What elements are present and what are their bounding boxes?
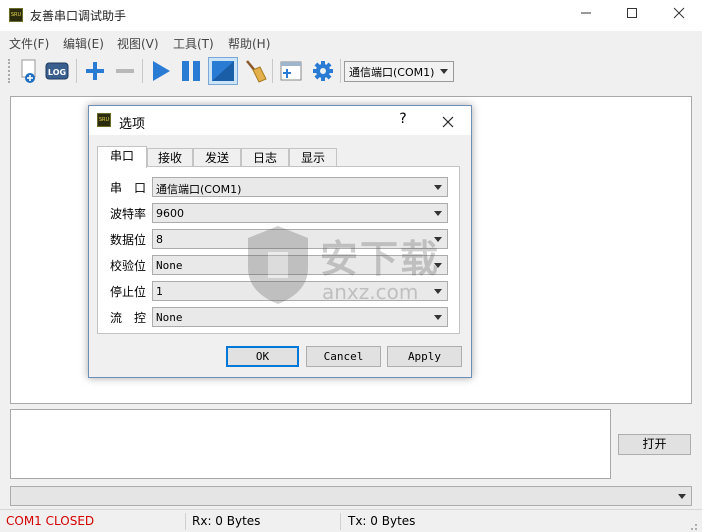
parity-value: None — [156, 259, 183, 272]
baud-rate-combo[interactable]: 9600 — [152, 203, 448, 223]
flow-control-combo[interactable]: None — [152, 307, 448, 327]
baud-rate-label: 波特率 — [110, 207, 147, 221]
title-bar: SRU 友善串口调试助手 — [0, 0, 702, 31]
settings-button[interactable] — [310, 57, 336, 85]
tab-receive[interactable]: 接收 — [147, 148, 193, 167]
port-combo[interactable]: 通信端口(COM1) — [152, 177, 448, 197]
chevron-down-icon — [440, 69, 448, 74]
port-label: 串 口 — [110, 181, 147, 195]
menu-view[interactable]: 视图(V) — [117, 35, 159, 52]
minimize-icon — [581, 12, 591, 14]
cancel-button[interactable]: Cancel — [306, 346, 381, 367]
flow-control-value: None — [156, 311, 183, 324]
toolbar-separator — [340, 59, 341, 83]
send-history-combo[interactable] — [10, 486, 692, 506]
status-separator — [340, 513, 341, 530]
maximize-icon — [627, 8, 637, 18]
remove-icon — [116, 69, 134, 73]
port-select[interactable]: 通信端口(COM1) — [344, 61, 454, 82]
port-select-value: 通信端口(COM1) — [349, 66, 435, 79]
window-title: 友善串口调试助手 — [30, 9, 127, 23]
flow-control-label: 流 控 — [110, 311, 147, 325]
send-text-area[interactable] — [10, 409, 611, 479]
tab-log[interactable]: 日志 — [241, 148, 289, 167]
chevron-down-icon — [434, 237, 442, 242]
add-icon — [86, 62, 104, 80]
chevron-down-icon — [434, 185, 442, 190]
dialog-close-button[interactable] — [437, 109, 459, 134]
log-button[interactable]: LOG — [44, 57, 70, 85]
parity-label: 校验位 — [110, 259, 147, 273]
toolbar-separator — [272, 59, 273, 83]
stop-bits-label: 停止位 — [110, 285, 147, 299]
stop-bits-value: 1 — [156, 285, 163, 298]
app-logo: SRU — [9, 8, 23, 22]
menu-bar: 文件(F) 编辑(E) 视图(V) 工具(T) 帮助(H) — [0, 31, 702, 53]
stop-bits-combo[interactable]: 1 — [152, 281, 448, 301]
start-button[interactable] — [148, 57, 174, 85]
data-bits-value: 8 — [156, 233, 163, 246]
close-icon — [673, 7, 685, 19]
new-icon — [21, 59, 36, 83]
dialog-title-bar: SRU 选项 ? — [89, 106, 471, 135]
resize-grip-icon[interactable] — [686, 519, 698, 531]
port-combo-value: 通信端口(COM1) — [156, 183, 242, 196]
status-separator — [185, 513, 186, 530]
options-dialog: SRU 选项 ? 串口 接收 发送 日志 显示 串 口 通信端口(COM1) 波… — [88, 105, 472, 378]
close-icon — [442, 116, 454, 128]
toolbar-grip[interactable] — [8, 59, 10, 83]
port-status: COM1 CLOSED — [6, 514, 95, 528]
broom-icon — [246, 60, 267, 83]
chevron-down-icon — [434, 315, 442, 320]
new-button[interactable] — [16, 57, 42, 85]
dialog-title: 选项 — [119, 117, 146, 132]
close-button[interactable] — [656, 0, 702, 31]
open-port-button[interactable]: 打开 — [618, 434, 691, 455]
gear-icon — [313, 61, 333, 81]
chevron-down-icon — [434, 263, 442, 268]
toolbar-separator — [142, 59, 143, 83]
chevron-down-icon — [678, 494, 686, 499]
display-mode-icon — [212, 61, 234, 81]
baud-rate-value: 9600 — [156, 207, 184, 220]
play-icon — [153, 61, 170, 81]
serial-settings-panel: 串 口 通信端口(COM1) 波特率 9600 数据位 8 校验位 None 停… — [97, 166, 460, 334]
tab-serial[interactable]: 串口 — [97, 146, 147, 168]
ok-button[interactable]: OK — [226, 346, 299, 367]
log-icon: LOG — [45, 62, 69, 80]
tab-display[interactable]: 显示 — [289, 148, 337, 167]
menu-help[interactable]: 帮助(H) — [228, 35, 270, 52]
apply-button[interactable]: Apply — [387, 346, 462, 367]
display-mode-button[interactable] — [208, 57, 238, 85]
tx-count: Tx: 0 Bytes — [348, 514, 416, 528]
rx-count: Rx: 0 Bytes — [192, 514, 261, 528]
dialog-logo: SRU — [97, 113, 111, 127]
toolbar-separator — [76, 59, 77, 83]
dialog-help-button[interactable]: ? — [393, 111, 413, 127]
pause-button[interactable] — [178, 57, 204, 85]
minimize-button[interactable] — [563, 0, 609, 31]
clear-button[interactable] — [242, 57, 268, 85]
toolbar: LOG 通信端口(COM1) — [0, 53, 702, 89]
menu-tools[interactable]: 工具(T) — [173, 35, 214, 52]
status-bar: COM1 CLOSED Rx: 0 Bytes Tx: 0 Bytes — [0, 509, 702, 532]
window-add-icon — [280, 61, 302, 81]
add-button[interactable] — [82, 57, 108, 85]
parity-combo[interactable]: None — [152, 255, 448, 275]
pause-icon — [182, 61, 200, 81]
chevron-down-icon — [434, 211, 442, 216]
chevron-down-icon — [434, 289, 442, 294]
remove-button[interactable] — [112, 57, 138, 85]
tab-send[interactable]: 发送 — [193, 148, 241, 167]
menu-file[interactable]: 文件(F) — [9, 35, 49, 52]
menu-edit[interactable]: 编辑(E) — [63, 35, 104, 52]
data-bits-combo[interactable]: 8 — [152, 229, 448, 249]
data-bits-label: 数据位 — [110, 233, 147, 247]
maximize-button[interactable] — [609, 0, 655, 31]
new-window-button[interactable] — [278, 57, 304, 85]
svg-text:LOG: LOG — [48, 68, 66, 77]
